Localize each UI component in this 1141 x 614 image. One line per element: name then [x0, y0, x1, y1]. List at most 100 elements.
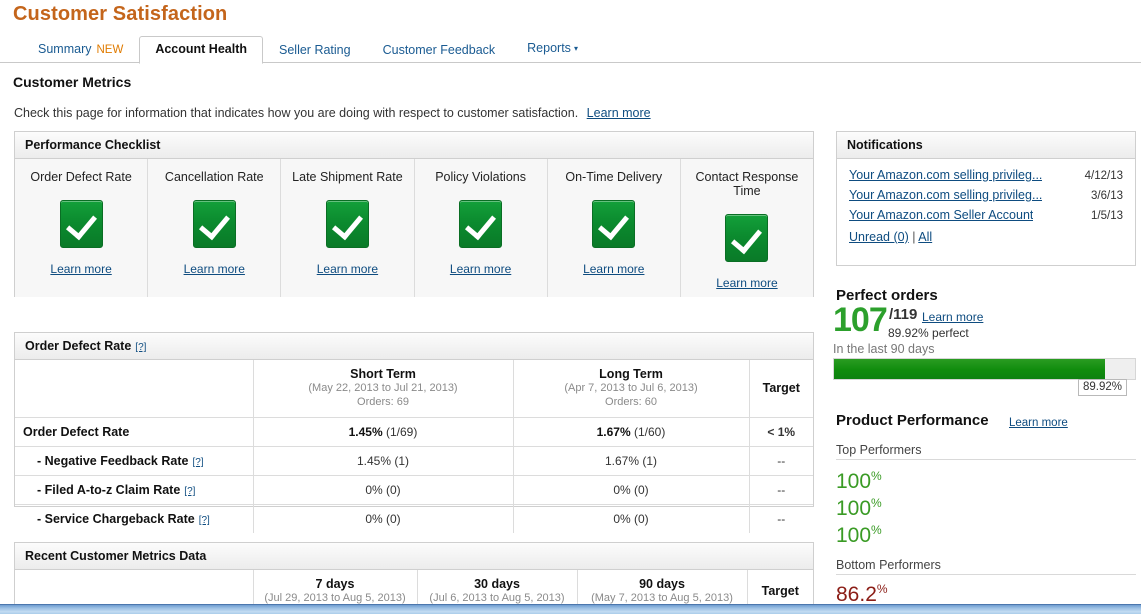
bottom-performers-label: Bottom Performers [836, 558, 1136, 575]
checklist-item-footer: Learn more [415, 262, 547, 276]
column-title: 30 days [474, 577, 520, 591]
green-check-icon [459, 200, 503, 248]
green-check-icon [725, 214, 769, 262]
checklist-learn-more-link[interactable]: Learn more [450, 262, 511, 276]
odr-heading-text: Order Defect Rate [25, 339, 132, 353]
checklist-item-label: Contact Response Time [695, 170, 799, 198]
tab-label: Customer Feedback [382, 43, 496, 57]
value-detail: 0% (0) [365, 512, 401, 526]
odr-row-label: - Filed A-to-z Claim Rate [?] [15, 475, 254, 505]
order-defect-rate-table: Short Term (May 22, 2013 to Jul 21, 2013)… [15, 360, 813, 533]
row-label-text: Order Defect Rate [23, 425, 130, 439]
checklist-item: Policy Violations Learn more [415, 159, 548, 297]
tab-customer-feedback[interactable]: Customer Feedback [367, 38, 512, 64]
row-help-icon[interactable]: [?] [192, 457, 203, 468]
tab-account-health[interactable]: Account Health [139, 36, 264, 64]
checklist-learn-more-link[interactable]: Learn more [317, 262, 378, 276]
odr-short-term-value: 0% (0) [253, 475, 514, 505]
odr-row-label: - Service Chargeback Rate [?] [15, 504, 254, 533]
odr-long-term-value: 0% (0) [513, 504, 750, 533]
checklist-item-label: Cancellation Rate [164, 170, 264, 184]
green-check-icon [325, 200, 369, 248]
product-performance-learn-more-link[interactable]: Learn more [1009, 417, 1068, 429]
value-detail: (1/60) [634, 425, 666, 439]
top-performer-value: 100% [836, 466, 882, 492]
row-help-icon[interactable]: [?] [199, 515, 210, 526]
page-root: Customer Satisfaction Summary NEW Account … [0, 0, 1141, 614]
checklist-item-label: On-Time Delivery [565, 170, 663, 184]
perfect-orders-progress-fill [834, 359, 1105, 379]
checklist-learn-more-link[interactable]: Learn more [583, 262, 644, 276]
odr-column-header [15, 360, 254, 418]
notifications-heading: Notifications [837, 132, 1135, 159]
table-row: Order Defect Rate 1.45% (1/69) 1.67% (1/60… [15, 417, 813, 447]
tab-seller-rating[interactable]: Seller Rating [263, 38, 367, 64]
notifications-unread-link[interactable]: Unread (0) [849, 230, 909, 244]
row-label-text: - Negative Feedback Rate [37, 454, 189, 468]
column-title: Target [762, 381, 800, 395]
odr-help-icon[interactable]: [?] [135, 342, 146, 353]
notification-date: 3/6/13 [1091, 190, 1123, 202]
notification-link[interactable]: Your Amazon.com selling privileg... [849, 188, 1042, 202]
tab-summary[interactable]: Summary NEW [22, 37, 139, 64]
odr-column-header: Short Term (May 22, 2013 to Jul 21, 2013)… [253, 360, 514, 418]
row-help-icon[interactable]: [?] [184, 486, 195, 497]
column-order-count: Orders: 69 [357, 396, 409, 408]
odr-row-label: - Negative Feedback Rate [?] [15, 446, 254, 476]
checklist-learn-more-link[interactable]: Learn more [184, 262, 245, 276]
notification-item: Your Amazon.com selling privileg... 3/6/1… [849, 188, 1123, 202]
perfect-orders-percent-text: 89.92% perfect [888, 326, 969, 340]
intro-text: Check this page for information that ind… [14, 106, 579, 120]
notification-item: Your Amazon.com selling privileg... 4/12/… [849, 168, 1123, 182]
notification-link[interactable]: Your Amazon.com selling privileg... [849, 168, 1042, 182]
checklist-learn-more-link[interactable]: Learn more [50, 262, 111, 276]
order-defect-rate-panel: Order Defect Rate [?] Short Term (May 22, … [14, 332, 814, 533]
column-order-count: Orders: 60 [605, 396, 657, 408]
performance-checklist-heading: Performance Checklist [15, 132, 813, 159]
chevron-down-icon: ▾ [573, 44, 578, 53]
tab-list: Summary NEW Account Health Seller Rating Cus… [22, 36, 594, 64]
tab-reports[interactable]: Reports ▾ [511, 36, 594, 64]
checklist-item: Late Shipment Rate Learn more [281, 159, 415, 297]
value-detail: 0% (0) [613, 483, 649, 497]
odr-short-term-value: 0% (0) [253, 504, 514, 533]
tab-label: Account Health [155, 42, 248, 56]
column-title: Short Term [350, 367, 416, 381]
notifications-list: Your Amazon.com selling privileg... 4/12/… [837, 159, 1135, 252]
checklist-item-footer: Learn more [681, 276, 813, 290]
odr-column-header: Long Term (Apr 7, 2013 to Jul 6, 2013) Ord… [513, 360, 750, 418]
notification-date: 1/5/13 [1091, 210, 1123, 222]
notification-link[interactable]: Your Amazon.com Seller Account [849, 208, 1033, 222]
tab-label: Reports [527, 41, 571, 55]
odr-long-term-value: 1.67% (1/60) [513, 417, 750, 447]
green-check-icon [192, 200, 236, 248]
column-title: Target [761, 584, 799, 598]
intro-paragraph: Check this page for information that ind… [14, 106, 651, 120]
notifications-separator: | [908, 230, 919, 244]
notifications-all-link[interactable]: All [918, 230, 932, 244]
row-label-text: - Service Chargeback Rate [37, 512, 195, 526]
value-primary: 1.45% [348, 425, 383, 439]
odr-long-term-value: 0% (0) [513, 475, 750, 505]
value-detail: 1.67% (1) [604, 454, 658, 468]
odr-target-value: -- [749, 475, 813, 505]
checklist-item-footer: Learn more [148, 262, 280, 276]
bottom-performer-number: 86.2 [836, 583, 877, 606]
value-detail: 0% (0) [613, 512, 649, 526]
checklist-item: Order Defect Rate Learn more [15, 159, 149, 297]
perfect-orders-learn-more-link[interactable]: Learn more [922, 310, 983, 324]
perfect-orders-period: In the last 90 days [833, 342, 935, 356]
top-performer-number: 100 [836, 524, 872, 547]
checklist-learn-more-link[interactable]: Learn more [716, 276, 777, 290]
table-row: - Filed A-to-z Claim Rate [?] 0% (0) 0% (0)… [15, 475, 813, 505]
checklist-item-footer: Learn more [281, 262, 413, 276]
intro-learn-more-link[interactable]: Learn more [587, 106, 651, 120]
checklist-item-footer: Learn more [15, 262, 147, 276]
tab-label: Seller Rating [279, 43, 351, 57]
notification-date: 4/12/13 [1084, 170, 1123, 182]
column-title: 7 days [315, 577, 355, 591]
table-row: - Service Chargeback Rate [?] 0% (0) 0% (0)… [15, 504, 813, 533]
odr-target-value: -- [777, 512, 786, 526]
notification-item: Your Amazon.com Seller Account 1/5/13 [849, 208, 1123, 222]
checklist-item-footer: Learn more [548, 262, 680, 276]
